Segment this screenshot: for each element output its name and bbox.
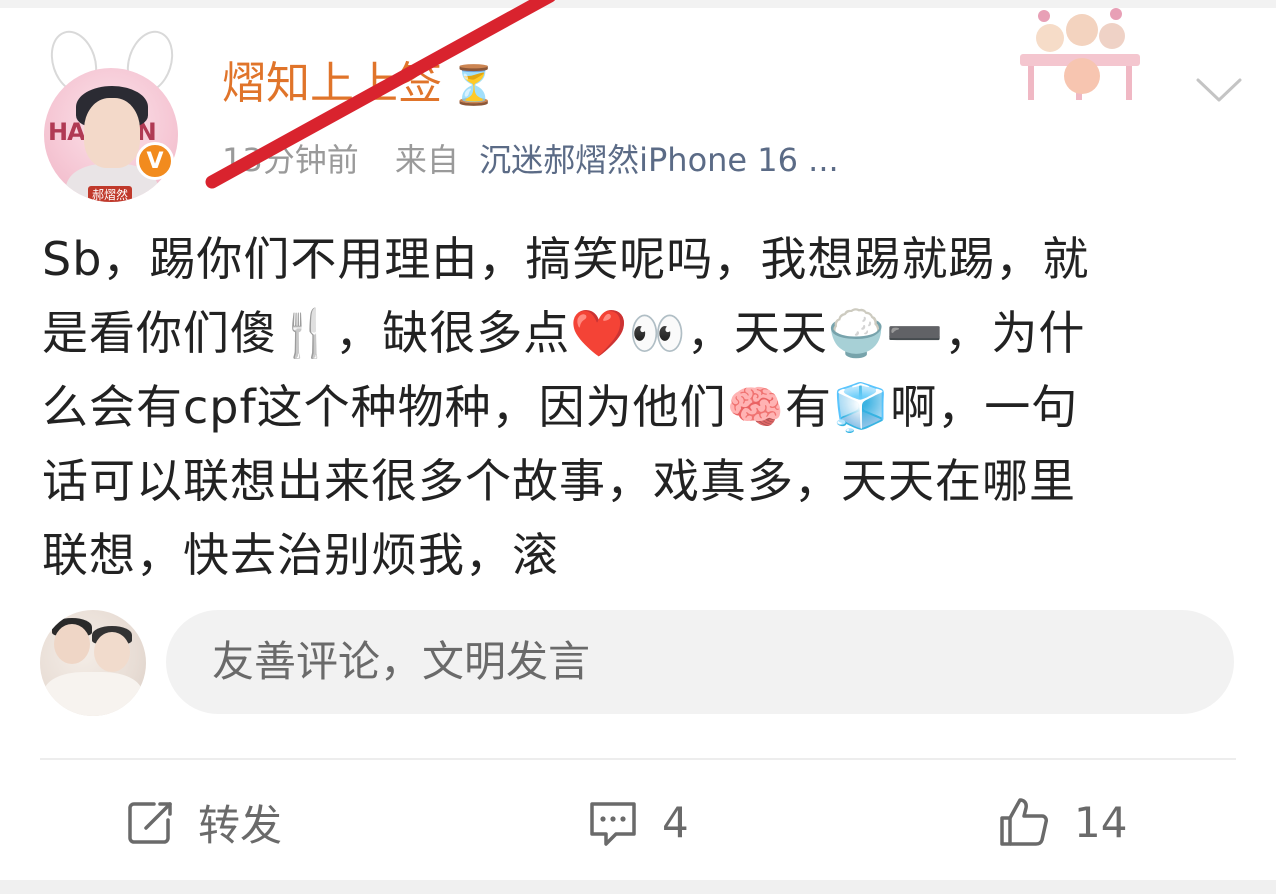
comment-icon: [590, 802, 636, 846]
comment-count: 4: [662, 797, 689, 847]
post-time: 13分钟前: [222, 141, 359, 179]
verified-badge-icon: V: [136, 142, 174, 180]
chevron-down-icon[interactable]: [1194, 74, 1244, 104]
post-body-line: 么会有cpf这个种物种，因为他们🧠有🧊啊，一句: [42, 380, 1079, 434]
post-from-label: 来自: [394, 141, 459, 179]
repost-button[interactable]: 转发: [124, 792, 282, 852]
post-body-line: 话可以联想出来很多个故事，戏真多，天天在哪里: [42, 454, 1076, 508]
avatar-figure-face: [94, 632, 130, 672]
author-name[interactable]: 熠知上上签 ⏳: [222, 56, 497, 113]
post-body: Sb，踢你们不用理由，搞笑呢吗，我想踢就踢，就 是看你们傻🍴，缺很多点❤️👀，天…: [42, 222, 1242, 592]
author-avatar[interactable]: HAI NAN 郝熠然 V: [36, 24, 186, 202]
avatar-frame: HAI NAN 郝熠然: [44, 68, 178, 202]
avatar-figure-face: [54, 624, 90, 664]
like-icon: [1000, 798, 1048, 846]
bottom-divider-strip: [0, 880, 1276, 894]
author-name-text[interactable]: 熠知上上签: [222, 58, 442, 109]
avatar-name-tag: 郝熠然: [88, 186, 133, 202]
repost-label: 转发: [198, 800, 283, 850]
avatar-figure-body: [44, 672, 142, 716]
comment-input[interactable]: 友善评论，文明发言: [166, 610, 1234, 714]
post-body-line: 联想，快去治别烦我，滚: [42, 528, 559, 582]
post-source-link[interactable]: 沉迷郝熠然iPhone 16 ...: [479, 141, 839, 179]
avatar-figure-face: [84, 98, 140, 168]
current-user-avatar[interactable]: [40, 610, 146, 716]
post-meta: 13分钟前 来自 沉迷郝熠然iPhone 16 ...: [222, 138, 839, 182]
hourglass-icon: ⏳: [450, 63, 498, 107]
repost-icon: [128, 802, 172, 844]
like-count: 14: [1074, 797, 1128, 847]
pendant-sticker-icon: [1020, 8, 1140, 100]
post-body-line: 是看你们傻🍴，缺很多点❤️👀，天天🍚➖，为什: [42, 306, 1086, 360]
comment-button[interactable]: 4: [586, 792, 689, 852]
like-button[interactable]: 14: [996, 792, 1127, 852]
post-body-line: Sb，踢你们不用理由，搞笑呢吗，我想踢就踢，就: [42, 232, 1090, 286]
divider: [40, 758, 1236, 760]
